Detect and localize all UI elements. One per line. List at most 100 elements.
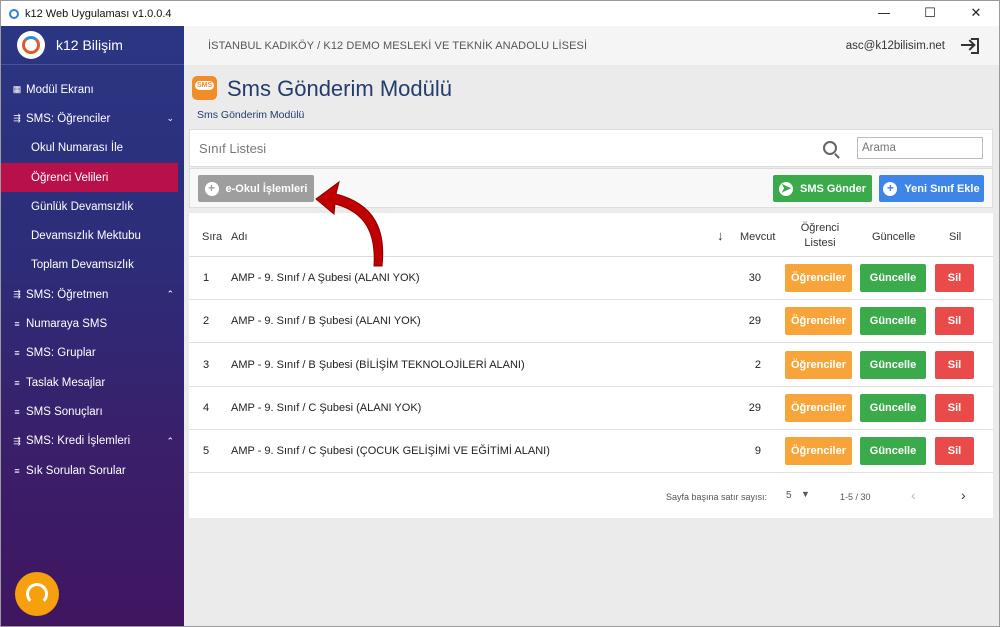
update-button[interactable]: Güncelle: [860, 350, 926, 379]
update-button[interactable]: Güncelle: [860, 307, 926, 336]
next-page-icon[interactable]: ›: [961, 487, 966, 503]
table-row: 1 AMP - 9. Sınıf / A Şubesi (ALANI YOK) 30…: [189, 257, 993, 300]
delete-button[interactable]: Sil: [935, 264, 974, 292]
new-class-label: Yeni Sınıf Ekle: [904, 182, 980, 195]
sidebar-item[interactable]: ▦ Modül Ekranı: [1, 75, 184, 104]
sidebar: k12 Bilişim ▦ Modül Ekranı ⇶ SMS: Öğrencile…: [1, 26, 184, 626]
students-button[interactable]: Öğrenciler: [785, 350, 852, 379]
pagination: Sayfa başına satır sayısı: 5 ▼ 1-5 / 30 …: [189, 474, 993, 518]
sms-send-label: SMS Gönder: [799, 182, 866, 195]
sidebar-item[interactable]: ≡ Numaraya SMS: [1, 309, 184, 338]
close-button[interactable]: ✕: [953, 1, 999, 26]
delete-button[interactable]: Sil: [935, 393, 974, 422]
sidebar-item-label: Numaraya SMS: [26, 318, 108, 331]
row-mevcut: 29: [748, 315, 761, 328]
sidebar-item[interactable]: Toplam Devamsızlık: [1, 251, 184, 280]
sidebar-item[interactable]: ⇶ SMS: Kredi İşlemleri ⌃: [1, 427, 184, 456]
page-range: 1-5 / 30: [840, 492, 871, 502]
sidebar-item-label: Sık Sorulan Sorular: [26, 464, 126, 477]
delete-button[interactable]: Sil: [935, 350, 974, 379]
sms-send-button[interactable]: ➤ SMS Gönder: [773, 175, 872, 202]
update-button[interactable]: Güncelle: [860, 437, 926, 466]
dropdown-arrow-icon[interactable]: ▼: [801, 489, 810, 499]
annotation-arrow: [315, 180, 384, 267]
rows-per-page-select[interactable]: 5: [786, 490, 792, 501]
sort-arrow-icon[interactable]: ↓: [717, 228, 724, 243]
chevron-icon[interactable]: ⌃: [166, 289, 174, 300]
maximize-button[interactable]: ☐: [907, 1, 953, 26]
menu-icon: ▦: [12, 84, 22, 95]
breadcrumb: Sms Gönderim Modülü: [197, 109, 305, 121]
app-window: k12 Web Uygulaması v1.0.0.4 — ☐ ✕ k12 Bi…: [0, 0, 1000, 627]
row-sira: 2: [203, 315, 210, 328]
sidebar-item-label: Modül Ekranı: [26, 83, 94, 96]
col-mevcut[interactable]: Mevcut: [740, 231, 775, 243]
logout-icon[interactable]: [961, 37, 979, 54]
col-adi[interactable]: Adı: [231, 231, 248, 243]
sidebar-item[interactable]: ≡ Taslak Mesajlar: [1, 368, 184, 397]
row-sira: 3: [203, 358, 210, 371]
sidebar-item[interactable]: Günlük Devamsızlık: [1, 192, 184, 221]
row-adi: AMP - 9. Sınıf / C Şubesi (ALANI YOK): [231, 401, 422, 414]
sidebar-item[interactable]: Devamsızlık Mektubu: [1, 221, 184, 250]
students-button[interactable]: Öğrenciler: [785, 393, 852, 422]
chevron-icon[interactable]: ⌄: [166, 113, 174, 124]
row-adi: AMP - 9. Sınıf / B Şubesi (ALANI YOK): [231, 315, 421, 328]
table-row: 3 AMP - 9. Sınıf / B Şubesi (BİLİŞİM TEKN…: [189, 344, 993, 387]
sidebar-item[interactable]: ⇶ SMS: Öğretmen ⌃: [1, 280, 184, 309]
sidebar-item[interactable]: Okul Numarası İle: [1, 134, 184, 163]
plus-icon: +: [883, 181, 898, 196]
table-row: 5 AMP - 9. Sınıf / C Şubesi (ÇOCUK GELİŞİ…: [189, 430, 993, 474]
sidebar-item-label: Toplam Devamsızlık: [31, 259, 134, 272]
update-button[interactable]: Güncelle: [860, 393, 926, 422]
table-row: 4 AMP - 9. Sınıf / C Şubesi (ALANI YOK) 29…: [189, 387, 993, 430]
sidebar-item[interactable]: ≡ Sık Sorulan Sorular: [1, 456, 184, 485]
class-table: Sıra Adı ↓ Mevcut Öğrenci Listesi Güncel…: [189, 213, 993, 518]
menu-icon: ≡: [14, 319, 20, 330]
delete-button[interactable]: Sil: [935, 307, 974, 336]
menu-icon: ≡: [14, 348, 20, 359]
delete-button[interactable]: Sil: [935, 437, 974, 466]
prev-page-icon[interactable]: ‹: [911, 487, 916, 503]
support-icon[interactable]: [15, 572, 59, 616]
eokul-label: e-Okul İşlemleri: [225, 182, 308, 195]
new-class-button[interactable]: + Yeni Sınıf Ekle: [879, 175, 984, 202]
students-button[interactable]: Öğrenciler: [785, 307, 852, 336]
col-sira[interactable]: Sıra: [202, 231, 222, 243]
row-adi: AMP - 9. Sınıf / C Şubesi (ÇOCUK GELİŞİM…: [231, 445, 550, 458]
sidebar-item-label: Devamsızlık Mektubu: [31, 230, 141, 243]
row-sira: 4: [203, 401, 210, 414]
sidebar-item-label: SMS: Öğretmen: [26, 288, 109, 301]
row-mevcut: 30: [748, 272, 761, 284]
send-icon: ➤: [778, 180, 793, 196]
list-header: Sınıf Listesi: [189, 129, 993, 167]
window-title: k12 Web Uygulaması v1.0.0.4: [25, 7, 172, 20]
rows-per-page-label: Sayfa başına satır sayısı:: [666, 492, 768, 502]
search-input[interactable]: [857, 137, 983, 159]
row-sira: 5: [203, 445, 210, 458]
eokul-button[interactable]: + e-Okul İşlemleri: [198, 175, 314, 202]
col-ogrenci-2: Listesi: [804, 237, 836, 249]
sidebar-item[interactable]: ≡ SMS Sonuçları: [1, 397, 184, 426]
col-ogrenci-1: Öğrenci: [800, 222, 840, 234]
school-name: İSTANBUL KADIKÖY / K12 DEMO MESLEKİ VE T…: [208, 39, 588, 52]
sidebar-item-label: Taslak Mesajlar: [26, 376, 106, 389]
sidebar-item[interactable]: ⇶ SMS: Öğrenciler ⌄: [1, 104, 184, 133]
sidebar-item-label: SMS: Öğrenciler: [26, 112, 111, 125]
menu-icon: ⇶: [13, 113, 21, 124]
students-button[interactable]: Öğrenciler: [785, 264, 852, 292]
brand[interactable]: k12 Bilişim: [1, 26, 184, 65]
sidebar-item-label: SMS Sonuçları: [26, 405, 103, 418]
sidebar-item[interactable]: ≡ SMS: Gruplar: [1, 339, 184, 368]
minimize-button[interactable]: —: [861, 1, 907, 26]
chevron-icon[interactable]: ⌃: [166, 436, 174, 447]
students-button[interactable]: Öğrenciler: [785, 437, 852, 466]
menu-icon: ≡: [14, 406, 20, 417]
sidebar-item[interactable]: Öğrenci Velileri: [1, 162, 178, 193]
update-button[interactable]: Güncelle: [860, 264, 926, 292]
col-guncelle: Güncelle: [872, 231, 916, 243]
menu-icon: ⇶: [13, 435, 21, 446]
sms-module-icon: [192, 76, 217, 100]
row-adi: AMP - 9. Sınıf / B Şubesi (BİLİŞİM TEKNO…: [231, 358, 525, 371]
table-row: 2 AMP - 9. Sınıf / B Şubesi (ALANI YOK) 29…: [189, 300, 993, 344]
